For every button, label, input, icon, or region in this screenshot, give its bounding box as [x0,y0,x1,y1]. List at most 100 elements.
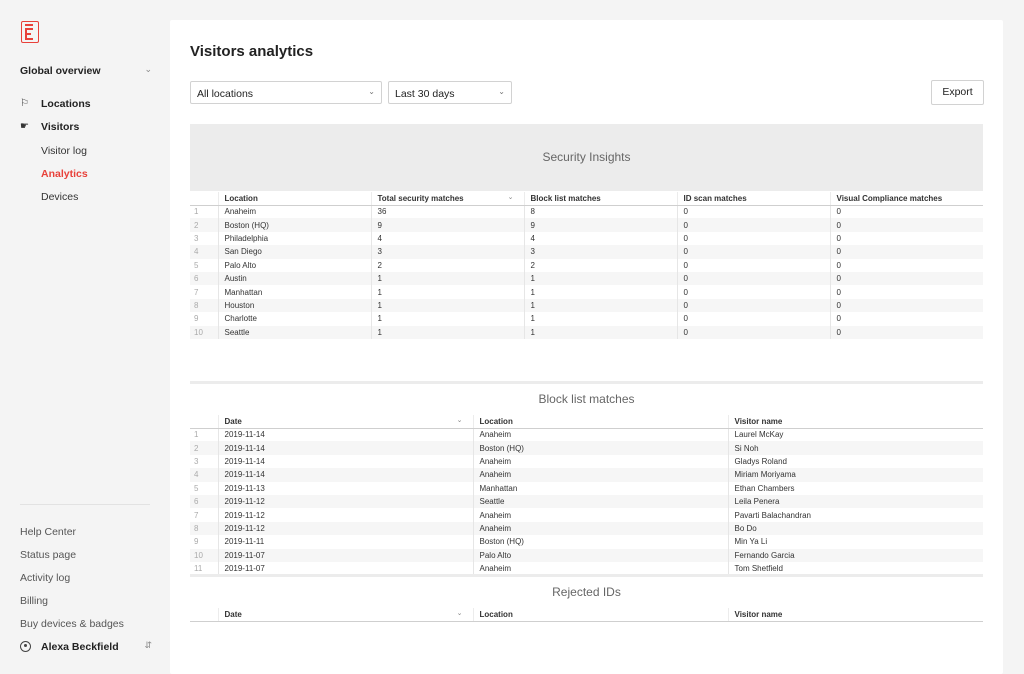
table-row[interactable]: 3 Philadelphia 4 4 0 0 [190,231,983,246]
row-index: 10 [190,325,218,339]
table-row[interactable]: 10 2019-11-07 Palo Alto Fernando Garcia [190,548,983,562]
location-cell: Anaheim [472,428,728,442]
help-center-link[interactable]: Help Center [20,526,76,538]
activity-log-link[interactable]: Activity log [20,572,70,584]
total-security-cell: 1 [370,312,524,326]
col-id-scan[interactable]: ID scan matches [676,192,830,206]
row-index: 7 [194,510,199,520]
table-row[interactable]: 3 2019-11-14 Anaheim Gladys Roland [190,454,983,469]
table-row[interactable]: 8 Houston 1 1 0 0 [190,298,983,313]
table-row[interactable]: 5 2019-11-13 Manhattan Ethan Chambers [190,481,983,495]
nav-visitor-log[interactable]: Visitor log [41,145,87,157]
id-scan-cell: 0 [676,218,830,232]
row-index: 4 [190,245,218,259]
date-cell: 2019-11-14 [217,428,473,442]
table-row[interactable]: 6 Austin 1 1 0 0 [190,271,983,286]
nav-analytics[interactable]: Analytics [41,168,88,180]
location-select-value: All locations [197,88,254,100]
row-index: 2 [190,218,218,232]
table-row[interactable]: 5 Palo Alto 2 2 0 0 [190,258,983,272]
block-list-title: Block list matches [538,392,635,406]
table-row[interactable]: 2 2019-11-14 Boston (HQ) Si Noh [190,441,983,455]
table-row[interactable]: 10 Seattle 1 1 0 0 [190,325,983,339]
row-index: 1 [194,207,199,217]
security-table: Location Total security matches ⌄ Block l… [190,192,983,339]
table-row[interactable]: 8 2019-11-12 Anaheim Bo Do [190,521,983,536]
id-scan-cell: 0 [676,231,830,246]
col-visitor-name[interactable]: Visitor name [727,415,983,429]
date-cell: 2019-11-12 [217,508,473,522]
col-visual-compliance[interactable]: Visual Compliance matches [829,192,983,206]
export-button[interactable]: Export [931,80,984,105]
row-index: 5 [194,483,199,493]
table-row[interactable]: 6 2019-11-12 Seattle Leila Penera [190,494,983,509]
visitor-name-cell: Ethan Chambers [727,481,983,495]
table-row[interactable]: 1 Anaheim 36 8 0 0 [190,205,983,219]
block-list-cell: 1 [523,271,677,286]
section-divider [190,381,983,384]
block-list-cell: 1 [523,312,677,326]
visitor-name-cell: Min Ya Li [727,535,983,549]
visitor-name-cell: Si Noh [727,441,983,455]
id-scan-cell: 0 [676,258,830,272]
visitor-name-cell: Bo Do [727,521,983,536]
envoy-logo-icon[interactable] [21,21,39,43]
location-select[interactable]: All locations ⌄ [190,81,382,104]
table-row[interactable]: 9 Charlotte 1 1 0 0 [190,312,983,326]
visual-compliance-cell: 0 [829,271,983,286]
org-name: Global overview [20,65,101,77]
visitor-name-cell: Pavarti Balachandran [727,508,983,522]
col-location[interactable]: Location [472,415,728,429]
col-location[interactable]: Location [217,192,371,206]
location-cell: Houston [217,298,371,313]
col-total-security[interactable]: Total security matches ⌄ [370,192,524,206]
col-date[interactable]: Date ⌄ [217,608,473,622]
date-range-select[interactable]: Last 30 days ⌄ [388,81,512,104]
visitor-name-cell: Gladys Roland [727,454,983,469]
location-cell: Anaheim [472,454,728,469]
col-visitor-name[interactable]: Visitor name [727,608,983,622]
status-page-link[interactable]: Status page [20,549,76,561]
visual-compliance-cell: 0 [829,298,983,313]
visitor-name-cell: Leila Penera [727,494,983,509]
table-row[interactable]: 7 2019-11-12 Anaheim Pavarti Balachandran [190,508,983,522]
row-index: 3 [194,456,199,466]
block-list-table: Date ⌄ Location Visitor name 1 2019-11-14 A… [190,415,983,576]
billing-link[interactable]: Billing [20,595,48,607]
table-header-row: Date ⌄ Location Visitor name [190,608,983,622]
buy-devices-link[interactable]: Buy devices & badges [20,618,124,630]
nav-devices[interactable]: Devices [41,191,78,203]
page-title: Visitors analytics [190,43,314,60]
org-switcher[interactable]: Global overview ⌄ [20,64,152,77]
location-cell: Philadelphia [217,231,371,246]
visual-compliance-cell: 0 [829,325,983,339]
col-block-list[interactable]: Block list matches [523,192,677,206]
table-row[interactable]: 2 Boston (HQ) 9 9 0 0 [190,218,983,232]
row-index: 2 [190,441,218,455]
row-index: 6 [190,494,218,509]
col-location[interactable]: Location [472,608,728,622]
table-row[interactable]: 4 San Diego 3 3 0 0 [190,245,983,259]
location-cell: Manhattan [217,285,371,299]
table-row[interactable]: 7 Manhattan 1 1 0 0 [190,285,983,299]
col-date[interactable]: Date ⌄ [217,415,473,429]
sidebar: Global overview ⌄ ⚐ Locations ☛ Visitors… [0,0,170,674]
table-row[interactable]: 1 2019-11-14 Anaheim Laurel McKay [190,428,983,442]
total-security-cell: 1 [370,271,524,286]
rejected-ids-title: Rejected IDs [552,585,621,599]
block-list-cell: 9 [523,218,677,232]
sort-desc-icon: ⌄ [456,417,463,424]
table-row[interactable]: 9 2019-11-11 Boston (HQ) Min Ya Li [190,535,983,549]
total-security-cell: 9 [370,218,524,232]
location-cell: Boston (HQ) [472,441,728,455]
chevron-down-icon: ⌄ [498,87,505,96]
table-row[interactable]: 4 2019-11-14 Anaheim Miriam Moriyama [190,468,983,482]
date-cell: 2019-11-12 [217,494,473,509]
total-security-cell: 1 [370,325,524,339]
total-security-cell: 2 [370,258,524,272]
visitor-name-cell: Miriam Moriyama [727,468,983,482]
index-header [190,608,218,622]
row-index: 9 [194,537,199,547]
date-cell: 2019-11-11 [217,535,473,549]
security-insights-title: Security Insights [190,124,983,191]
